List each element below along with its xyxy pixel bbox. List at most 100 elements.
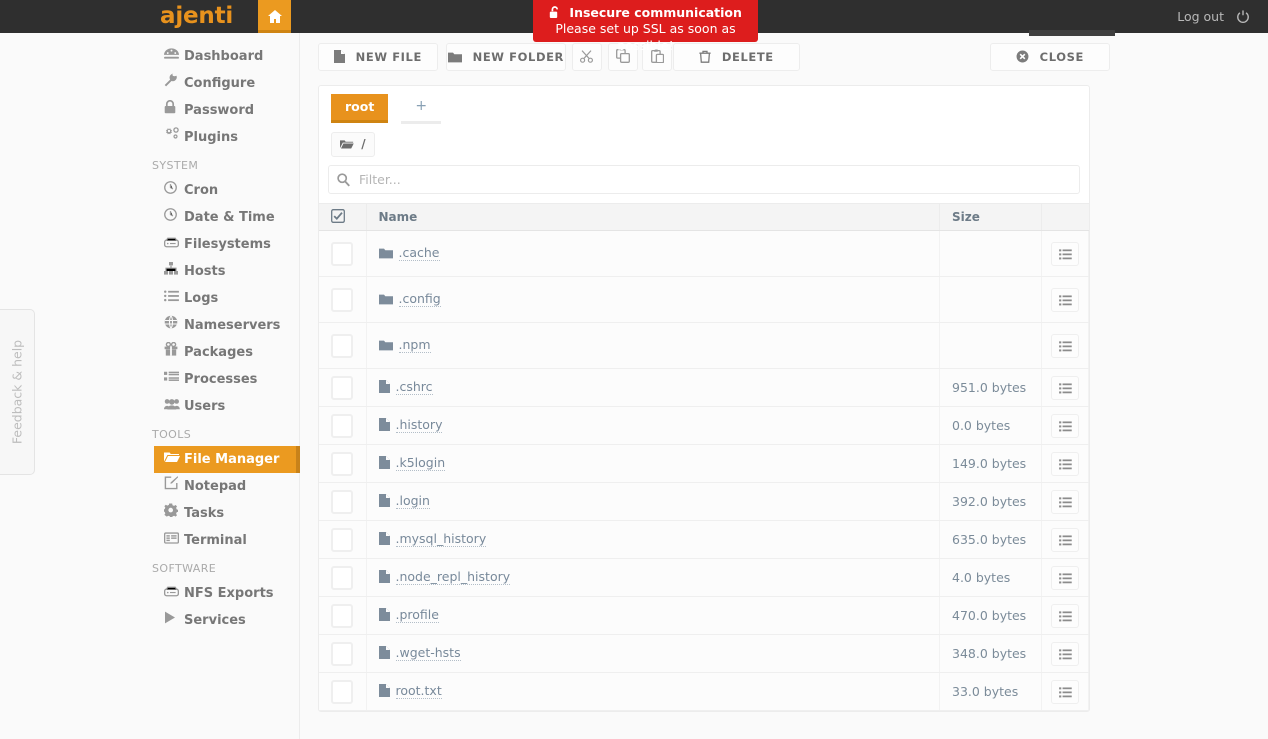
select-all-header[interactable] [319,203,367,231]
list-menu-icon[interactable] [1051,679,1079,704]
row-checkbox[interactable] [331,489,354,514]
row-size-value: 951.0 bytes [952,380,1027,395]
table-row[interactable]: .npm [319,322,1089,369]
list-menu-icon[interactable] [1051,489,1079,514]
row-checkbox[interactable] [331,565,354,590]
table-row[interactable]: .wget-hsts 348.0 bytes [319,634,1089,673]
row-checkbox[interactable] [331,603,354,628]
sidebar-item-nfs-exports[interactable]: NFS Exports [0,580,299,607]
row-name-link[interactable]: .node_repl_history [395,569,511,585]
new-file-button[interactable]: NEW FILE [318,43,438,71]
list-menu-icon[interactable] [1051,333,1079,358]
feedback-and-help-tab[interactable]: Feedback & help [0,309,35,475]
table-row[interactable]: .profile 470.0 bytes [319,596,1089,635]
row-checkbox[interactable] [331,451,354,476]
row-name-link[interactable]: .cache [398,245,440,261]
sidebar-item-label: Notepad [184,479,247,494]
sidebar-item-tasks[interactable]: Tasks [0,500,299,527]
list-menu-icon[interactable] [1051,241,1079,266]
list-menu-icon[interactable] [1051,375,1079,400]
breadcrumb-root-segment[interactable]: / [331,132,375,157]
logout-button[interactable]: Log out [1177,0,1250,33]
table-row[interactable]: .node_repl_history 4.0 bytes [319,558,1089,597]
table-row[interactable]: .cache [319,230,1089,277]
sidebar-item-file-manager[interactable]: File Manager [154,446,300,473]
row-checkbox[interactable] [331,641,354,666]
hdd-icon [163,580,182,607]
table-row[interactable]: root.txt 33.0 bytes [319,672,1089,711]
row-checkbox[interactable] [331,287,354,312]
sidebar-item-configure[interactable]: Configure [0,70,299,97]
sidebar-item-cron[interactable]: Cron [0,177,299,204]
row-checkbox[interactable] [331,241,354,266]
folder-icon [378,339,393,354]
list-menu-icon[interactable] [1051,451,1079,476]
table-row[interactable]: .login 392.0 bytes [319,482,1089,521]
sidebar-item-date-time[interactable]: Date & Time [0,204,299,231]
tab-root[interactable]: root [331,94,389,123]
list-menu-icon[interactable] [1051,527,1079,552]
row-name-link[interactable]: .k5login [395,455,446,471]
row-checkbox[interactable] [331,375,354,400]
sidebar-item-hosts[interactable]: Hosts [0,258,299,285]
sidebar-item-terminal[interactable]: Terminal [0,527,299,554]
lock-icon [164,97,182,124]
close-button[interactable]: CLOSE [990,43,1110,71]
search-input[interactable] [357,166,1077,193]
sidebar-item-label: Plugins [184,130,238,145]
column-header-size[interactable]: Size [939,203,1042,231]
table-row[interactable]: .mysql_history 635.0 bytes [319,520,1089,559]
sidebar-item-processes[interactable]: Processes [0,366,299,393]
row-name-link[interactable]: .cshrc [395,379,433,395]
sidebar-item-packages[interactable]: Packages [0,339,299,366]
row-checkbox[interactable] [331,679,354,704]
sidebar-item-password[interactable]: Password [0,97,299,124]
row-name-link[interactable]: .npm [398,337,431,353]
table-row[interactable]: .config [319,276,1089,323]
table-row[interactable]: .history 0.0 bytes [319,406,1089,445]
row-checkbox[interactable] [331,527,354,552]
table-row[interactable]: .cshrc 951.0 bytes [319,368,1089,407]
row-select-cell [319,634,367,673]
add-tab-button[interactable]: + [401,94,442,124]
row-checkbox[interactable] [331,333,354,358]
list-menu-icon[interactable] [1051,641,1079,666]
row-name-link[interactable]: .history [395,417,443,433]
table-row[interactable]: .k5login 149.0 bytes [319,444,1089,483]
sidebar-item-logs[interactable]: Logs [0,285,299,312]
checkbox-checked-icon[interactable] [331,208,345,226]
sidebar-item-label: Filesystems [184,237,271,252]
row-size-value: 392.0 bytes [952,494,1027,509]
row-name-link[interactable]: .login [395,493,430,509]
app-brand-logo[interactable]: ajenti [160,0,233,33]
sidebar-item-plugins[interactable]: Plugins [0,124,299,151]
row-name-link[interactable]: .mysql_history [395,531,487,547]
list-menu-icon[interactable] [1051,413,1079,438]
row-name-link[interactable]: .wget-hsts [395,645,461,661]
sidebar-item-nameservers[interactable]: Nameservers [0,312,299,339]
file-list-body: .cache .config .npm .cshrc 951.0 bytes .histo… [319,230,1089,711]
users-icon [164,393,182,420]
sidebar-item-label: File Manager [184,452,280,467]
sidebar-item-users[interactable]: Users [0,393,299,420]
list-menu-icon[interactable] [1051,603,1079,628]
file-icon [378,570,390,586]
list-menu-icon[interactable] [1051,287,1079,312]
sidebar-item-dashboard[interactable]: Dashboard [0,43,299,70]
sidebar-item-services[interactable]: Services [0,607,299,634]
row-actions-cell [1041,368,1089,407]
notification-title: Insecure communication [569,5,742,20]
row-name-link[interactable]: .profile [395,607,439,623]
row-name-cell: .config [366,276,940,323]
sidebar-item-filesystems[interactable]: Filesystems [0,231,299,258]
row-checkbox[interactable] [331,413,354,438]
times-circle-icon [1016,50,1040,64]
insecure-communication-notification[interactable]: Insecure communication Please set up SSL… [533,0,758,53]
row-name-link[interactable]: .config [398,291,441,307]
row-name-link[interactable]: root.txt [395,683,442,699]
list-menu-icon[interactable] [1051,565,1079,590]
home-button[interactable] [258,0,291,33]
column-header-name[interactable]: Name [366,203,940,231]
new-file-label: NEW FILE [355,50,422,64]
sidebar-item-notepad[interactable]: Notepad [0,473,299,500]
